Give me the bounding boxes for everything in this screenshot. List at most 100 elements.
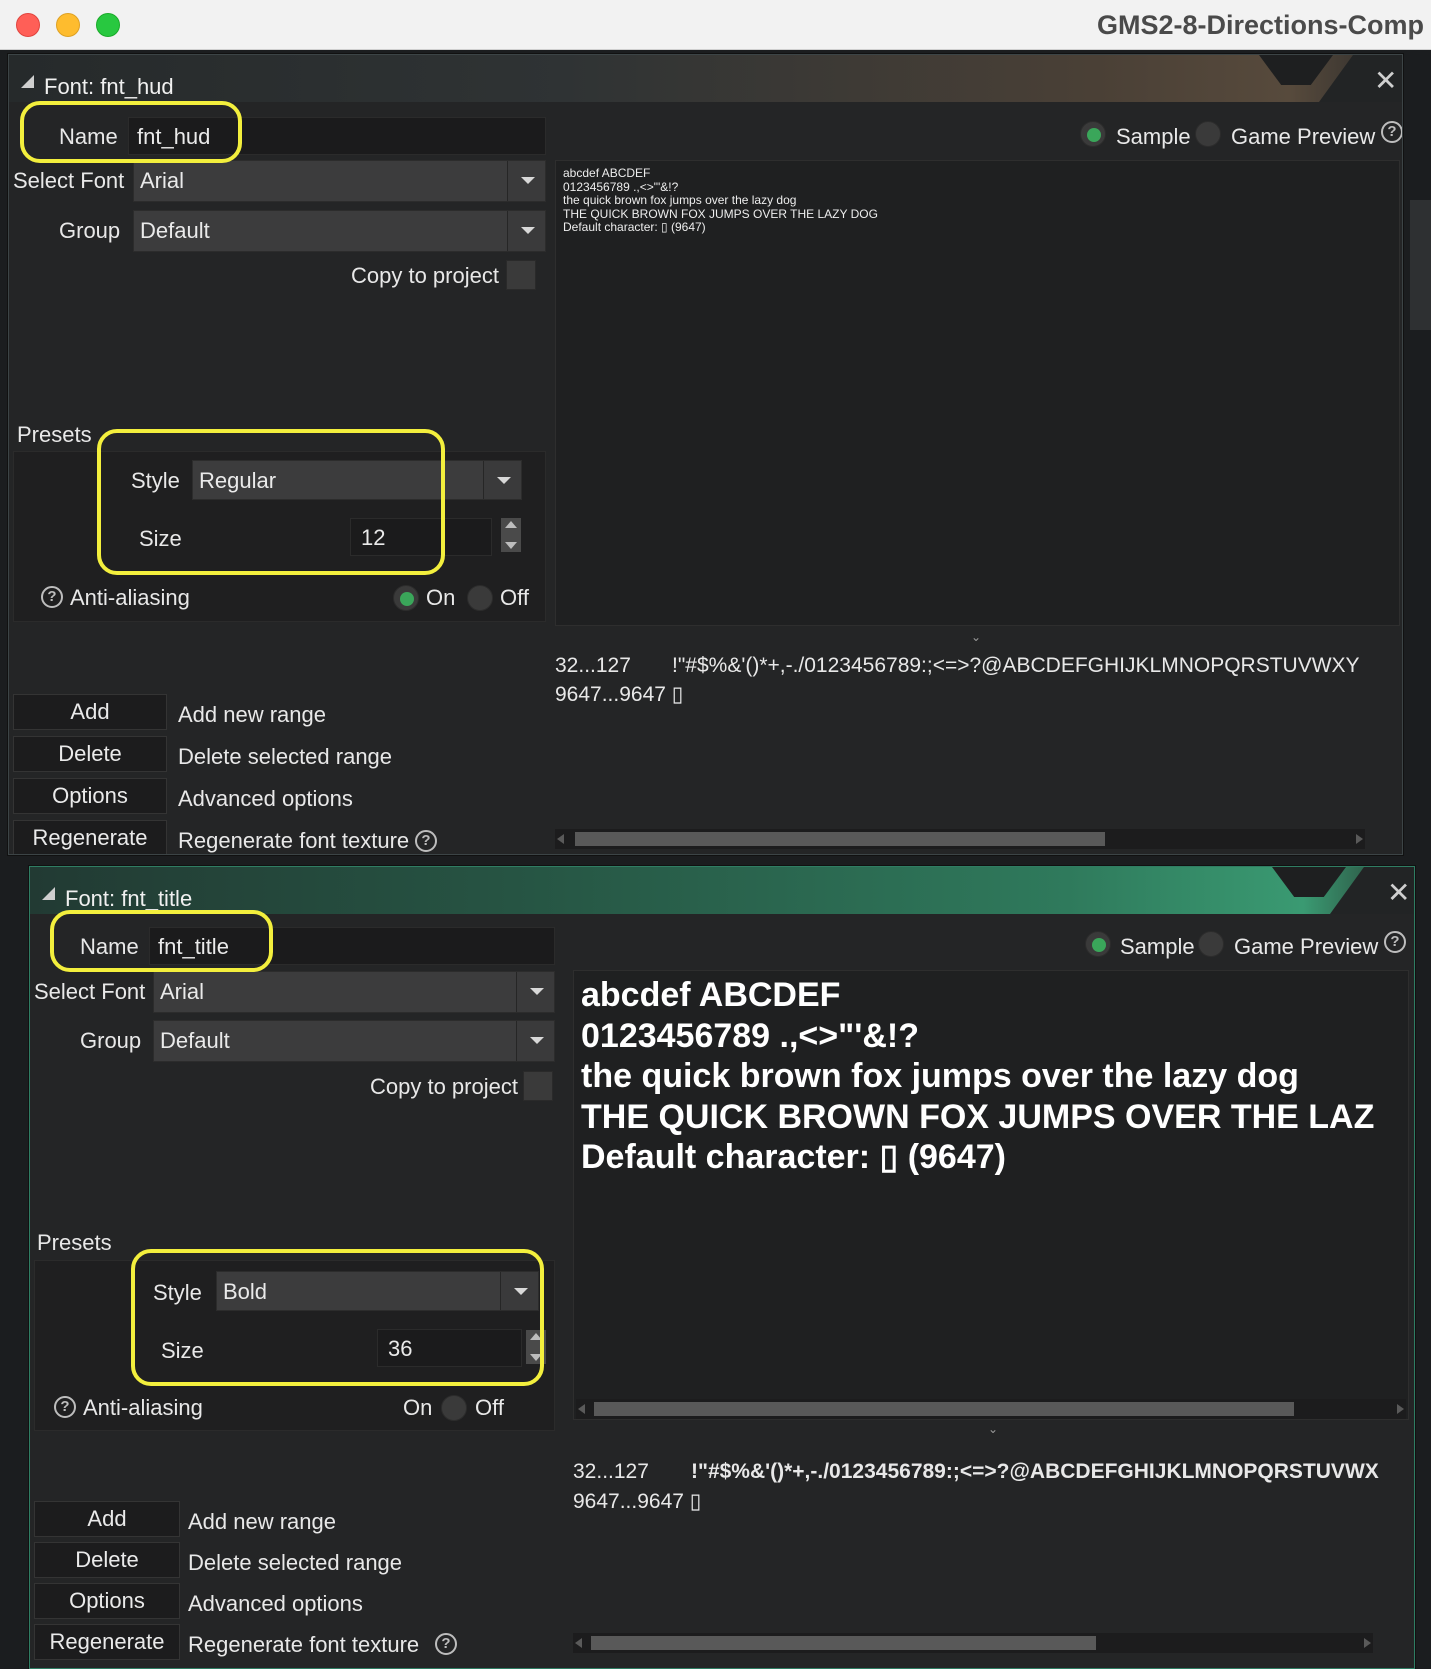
anti-aliasing-on-radio[interactable] bbox=[393, 585, 419, 611]
sample-radio[interactable] bbox=[1080, 121, 1106, 147]
chevron-down-icon[interactable] bbox=[516, 972, 554, 1012]
panel-title: Font: fnt_hud bbox=[44, 74, 174, 99]
range-row[interactable]: 32...127 !"#$%&'()*+,-./0123456789:;<=>?… bbox=[555, 654, 1360, 678]
range-row[interactable]: 9647...9647 ▯ bbox=[555, 682, 683, 707]
sample-preview: abcdef ABCDEF 0123456789 .,<>"'&!? the q… bbox=[573, 970, 1409, 1420]
collapse-chevron-icon[interactable]: ⌄ bbox=[988, 1422, 998, 1436]
delete-button[interactable]: Delete bbox=[13, 736, 167, 772]
chevron-down-icon[interactable] bbox=[516, 1021, 554, 1061]
help-icon[interactable]: ? bbox=[1384, 931, 1406, 953]
window-title: GMS2-8-Directions-Comp bbox=[1097, 10, 1425, 40]
anti-aliasing-on-label: On bbox=[426, 585, 456, 610]
minimize-window-button[interactable] bbox=[56, 13, 80, 37]
presets-group: Style Regular Size 12 ? Anti-aliasing On… bbox=[13, 451, 546, 622]
style-select[interactable]: Bold bbox=[216, 1271, 539, 1311]
chevron-down-icon[interactable] bbox=[507, 211, 545, 251]
close-window-button[interactable] bbox=[16, 13, 40, 37]
preview-line: Default character: ▯ (9647) bbox=[563, 220, 706, 234]
game-preview-radio[interactable] bbox=[1198, 931, 1224, 957]
name-label: Name bbox=[80, 934, 139, 959]
preview-line: Default character: ▯ (9647) bbox=[581, 1138, 1006, 1176]
anti-aliasing-off-radio[interactable] bbox=[441, 1395, 467, 1421]
font-select-value: Arial bbox=[140, 168, 185, 193]
anti-aliasing-label: Anti-aliasing bbox=[70, 585, 190, 610]
size-input[interactable]: 36 bbox=[377, 1329, 522, 1367]
help-icon[interactable]: ? bbox=[1381, 121, 1402, 143]
font-select[interactable]: Arial bbox=[153, 971, 555, 1013]
panel-header[interactable]: Font: fnt_title ✕ bbox=[30, 867, 1414, 914]
regenerate-button[interactable]: Regenerate bbox=[13, 820, 167, 854]
close-icon[interactable]: ✕ bbox=[1387, 879, 1410, 907]
options-description: Advanced options bbox=[178, 786, 353, 811]
anti-aliasing-off-radio[interactable] bbox=[467, 585, 493, 611]
size-stepper[interactable] bbox=[501, 518, 521, 552]
preview-line: 0123456789 .,<>"'&!? bbox=[563, 179, 679, 194]
scroll-right-icon[interactable] bbox=[1364, 1638, 1371, 1648]
copy-to-project-label: Copy to project bbox=[351, 263, 499, 288]
options-button[interactable]: Options bbox=[34, 1583, 180, 1619]
group-select[interactable]: Default bbox=[133, 210, 546, 252]
style-select-value: Bold bbox=[223, 1279, 268, 1304]
name-input[interactable]: fnt_hud bbox=[128, 117, 546, 155]
scrollbar-thumb[interactable] bbox=[591, 1636, 1096, 1650]
chevron-down-icon[interactable] bbox=[483, 461, 521, 499]
anti-aliasing-label: Anti-aliasing bbox=[83, 1395, 203, 1420]
collapse-chevron-icon[interactable]: ⌄ bbox=[971, 630, 981, 644]
panel-resize-icon bbox=[21, 75, 34, 88]
range-horizontal-scrollbar[interactable] bbox=[555, 829, 1365, 849]
chevron-down-icon[interactable] bbox=[507, 161, 545, 201]
help-icon[interactable]: ? bbox=[415, 830, 437, 852]
zoom-window-button[interactable] bbox=[96, 13, 120, 37]
size-input[interactable]: 12 bbox=[350, 518, 492, 556]
preview-line: the quick brown fox jumps over the lazy … bbox=[581, 1057, 1299, 1095]
sample-radio[interactable] bbox=[1085, 931, 1111, 957]
scroll-right-icon[interactable] bbox=[1356, 834, 1363, 844]
copy-to-project-checkbox[interactable] bbox=[506, 260, 536, 290]
select-font-label: Select Font bbox=[34, 979, 146, 1004]
range-span: 32...127 bbox=[573, 1460, 649, 1483]
range-chars: !"#$%&'()*+,-./0123456789:;<=>?@ABCDEFGH… bbox=[691, 1460, 1379, 1483]
delete-description: Delete selected range bbox=[188, 1550, 403, 1575]
add-button[interactable]: Add bbox=[34, 1501, 180, 1537]
group-select[interactable]: Default bbox=[153, 1020, 555, 1062]
group-label: Group bbox=[59, 218, 121, 243]
add-description: Add new range bbox=[188, 1509, 336, 1534]
help-icon[interactable]: ? bbox=[41, 586, 63, 608]
range-horizontal-scrollbar[interactable] bbox=[573, 1633, 1373, 1653]
range-row[interactable]: 32...127 !"#$%&'()*+,-./0123456789:;<=>?… bbox=[573, 1460, 1379, 1484]
options-button[interactable]: Options bbox=[13, 778, 167, 814]
name-label: Name bbox=[59, 124, 118, 149]
regenerate-button[interactable]: Regenerate bbox=[34, 1624, 180, 1660]
name-input[interactable]: fnt_title bbox=[149, 927, 555, 965]
scroll-left-icon[interactable] bbox=[557, 834, 564, 844]
scroll-right-icon[interactable] bbox=[1397, 1404, 1404, 1414]
close-icon[interactable]: ✕ bbox=[1374, 67, 1397, 95]
add-button[interactable]: Add bbox=[13, 694, 167, 730]
range-row[interactable]: 9647...9647 ▯ bbox=[573, 1489, 701, 1514]
delete-button[interactable]: Delete bbox=[34, 1542, 180, 1578]
scrollbar-thumb[interactable] bbox=[575, 832, 1105, 846]
help-icon[interactable]: ? bbox=[435, 1633, 457, 1655]
copy-to-project-checkbox[interactable] bbox=[523, 1071, 553, 1101]
scroll-left-icon[interactable] bbox=[578, 1404, 585, 1414]
font-select[interactable]: Arial bbox=[133, 160, 546, 202]
add-description: Add new range bbox=[178, 702, 326, 727]
style-select-value: Regular bbox=[199, 468, 277, 493]
select-font-label: Select Font bbox=[13, 168, 125, 193]
style-select[interactable]: Regular bbox=[192, 460, 522, 500]
help-icon[interactable]: ? bbox=[54, 1396, 76, 1418]
preview-line: the quick brown fox jumps over the lazy … bbox=[563, 193, 797, 207]
range-chars: !"#$%&'()*+,-./0123456789:;<=>?@ABCDEFGH… bbox=[672, 654, 1360, 677]
panel-header[interactable]: Font: fnt_hud ✕ bbox=[9, 55, 1402, 102]
size-stepper[interactable] bbox=[526, 1330, 546, 1364]
scrollbar-thumb[interactable] bbox=[594, 1402, 1294, 1416]
options-description: Advanced options bbox=[188, 1591, 363, 1616]
game-preview-radio[interactable] bbox=[1195, 121, 1221, 147]
font-editor-panel-hud: Font: fnt_hud ✕ Name fnt_hud Select Font… bbox=[8, 54, 1403, 855]
preview-horizontal-scrollbar[interactable] bbox=[576, 1399, 1406, 1419]
game-preview-label: Game Preview bbox=[1234, 934, 1379, 959]
header-notch bbox=[1272, 867, 1346, 897]
group-select-value: Default bbox=[140, 218, 210, 243]
chevron-down-icon[interactable] bbox=[500, 1272, 538, 1310]
scroll-left-icon[interactable] bbox=[575, 1638, 582, 1648]
